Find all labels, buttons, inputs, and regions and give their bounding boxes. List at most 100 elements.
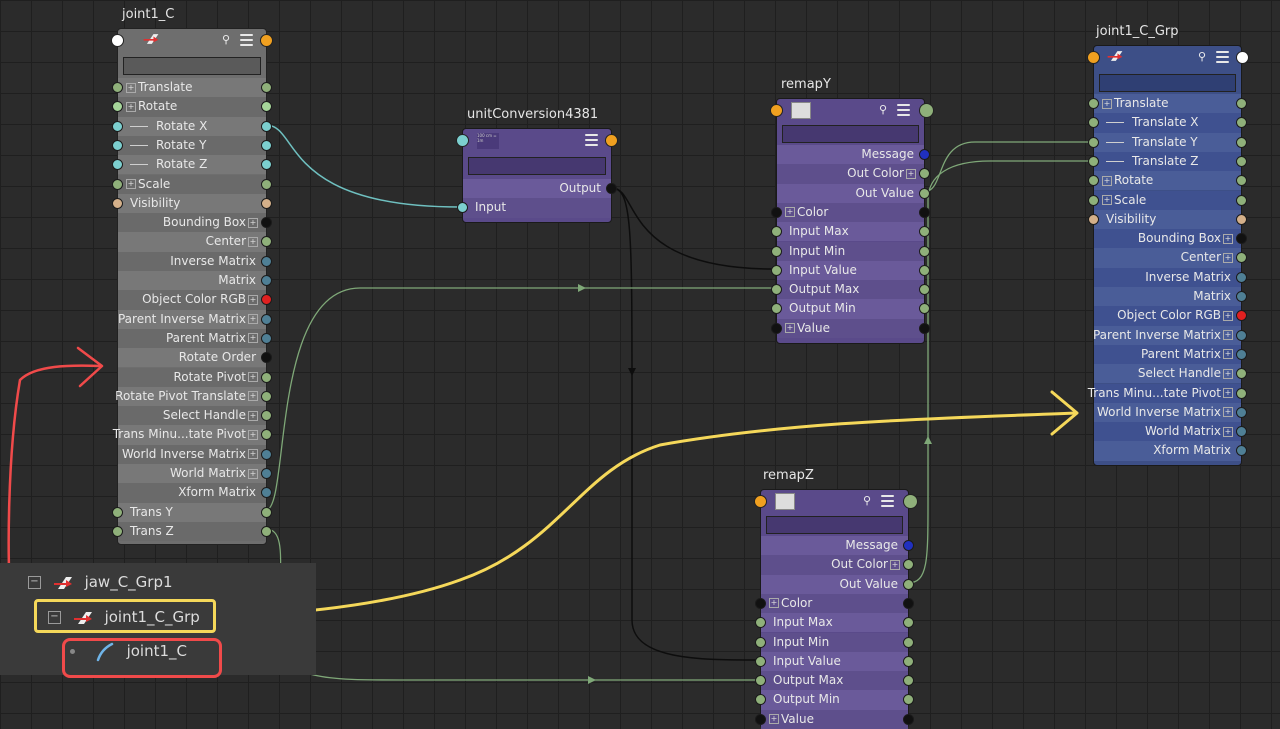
message-plug-out[interactable] [903, 494, 918, 509]
message-plug-in[interactable] [770, 104, 783, 117]
output-plug[interactable] [1236, 329, 1247, 341]
attribute-row[interactable]: Center + [118, 232, 272, 252]
input-plug[interactable] [1088, 213, 1099, 225]
expand-icon[interactable]: + [248, 410, 258, 421]
attribute-row[interactable]: + Translate [112, 78, 272, 98]
expand-icon[interactable]: + [248, 236, 258, 247]
node-joint1-c-grp[interactable]: joint1_C_Grp ⚲ + Translate Translate X Tran… [1087, 24, 1249, 466]
attribute-row[interactable]: World Inverse Matrix + [1094, 402, 1247, 423]
menu-icon[interactable] [240, 34, 253, 46]
attribute-row[interactable]: Output Min [755, 690, 914, 710]
output-plug[interactable] [261, 332, 272, 344]
node-name-field[interactable] [123, 57, 261, 75]
wire-transy-to-remapy-outputmax[interactable] [265, 287, 774, 511]
attribute-row[interactable]: Xform Matrix [118, 483, 272, 503]
attribute-row[interactable]: Out Color + [777, 164, 930, 184]
attribute-row[interactable]: Bounding Box + [1094, 229, 1247, 249]
expand-icon[interactable]: + [769, 714, 779, 725]
output-plug[interactable] [261, 197, 272, 209]
output-plug[interactable] [919, 149, 930, 160]
output-plug[interactable] [1236, 136, 1247, 148]
message-plug-out[interactable] [605, 134, 618, 147]
attribute-row[interactable]: Visibility [112, 193, 272, 214]
expand-icon[interactable]: + [248, 217, 258, 228]
expand-icon[interactable]: + [248, 314, 258, 325]
expand-icon[interactable]: + [1223, 368, 1233, 379]
message-plug-out[interactable] [260, 34, 273, 47]
attribute-row[interactable]: Rotate Order [118, 348, 272, 368]
attribute-row[interactable]: Parent Matrix + [118, 328, 272, 349]
attribute-row[interactable]: Input Value [755, 651, 914, 672]
attribute-row[interactable]: Rotate X [112, 116, 272, 136]
input-plug[interactable] [755, 675, 766, 687]
attribute-row[interactable]: Object Color RGB + [118, 290, 272, 310]
attribute-row[interactable]: Translate Z [1088, 151, 1247, 172]
input-plug[interactable] [771, 245, 782, 257]
output-plug[interactable] [903, 597, 914, 609]
node-name-field[interactable] [1099, 74, 1236, 92]
output-plug[interactable] [261, 468, 272, 479]
input-plug[interactable] [1088, 136, 1099, 148]
attribute-row[interactable]: Message [761, 536, 914, 556]
output-plug[interactable] [1236, 213, 1247, 225]
expand-icon[interactable]: + [906, 168, 916, 179]
input-plug[interactable] [112, 139, 123, 151]
output-plug[interactable] [1236, 98, 1247, 109]
input-plug[interactable] [771, 284, 782, 296]
expand-icon[interactable]: + [785, 207, 795, 218]
message-plug-in[interactable] [111, 34, 124, 47]
message-plug-out[interactable] [1236, 51, 1249, 64]
expand-icon[interactable]: + [1223, 330, 1233, 341]
attribute-row[interactable]: Output Max [755, 671, 914, 691]
expand-icon[interactable]: + [248, 294, 258, 305]
output-plug[interactable] [1236, 348, 1247, 360]
attribute-row[interactable]: Input [457, 198, 611, 218]
output-plug[interactable] [903, 578, 914, 590]
input-plug[interactable] [755, 713, 766, 725]
expand-icon[interactable]: + [1223, 252, 1233, 263]
attribute-row[interactable]: Translate Y [1088, 132, 1247, 152]
attribute-row[interactable]: Message [777, 145, 930, 165]
attribute-row[interactable]: World Matrix + [118, 464, 272, 484]
node-name-field[interactable] [766, 516, 903, 534]
menu-icon[interactable] [897, 104, 910, 116]
input-plug[interactable] [771, 322, 782, 334]
output-plug[interactable] [261, 525, 272, 537]
attribute-row[interactable]: Center + [1094, 248, 1247, 268]
expand-icon[interactable]: + [1223, 426, 1233, 437]
output-plug[interactable] [261, 506, 272, 518]
expand-icon[interactable]: + [248, 468, 258, 479]
attribute-row[interactable]: World Inverse Matrix + [118, 444, 272, 464]
node-name-field[interactable] [782, 125, 919, 143]
attribute-row[interactable]: + Scale [112, 174, 272, 194]
input-plug[interactable] [755, 617, 766, 629]
attribute-row[interactable]: Output Max [771, 280, 930, 300]
output-plug[interactable] [1236, 291, 1247, 302]
output-plug[interactable] [919, 206, 930, 218]
attribute-row[interactable]: Input Min [755, 632, 914, 652]
expand-icon[interactable]: + [248, 449, 258, 460]
message-plug-out[interactable] [919, 103, 934, 118]
attribute-row[interactable]: Out Value [777, 183, 930, 203]
input-plug[interactable] [112, 159, 123, 171]
output-plug[interactable] [1236, 194, 1247, 206]
attribute-row[interactable]: Rotate Pivot Translate + [115, 386, 272, 407]
input-plug[interactable] [1088, 175, 1099, 187]
output-plug[interactable] [903, 540, 914, 551]
attribute-row[interactable]: + Value [771, 318, 930, 338]
attribute-row[interactable]: Input Max [771, 222, 930, 242]
attribute-row[interactable]: + Translate [1088, 94, 1247, 114]
attribute-row[interactable]: World Matrix + [1094, 422, 1247, 442]
input-plug[interactable] [755, 597, 766, 609]
attribute-row[interactable]: Input Value [771, 260, 930, 281]
output-plug[interactable] [919, 322, 930, 334]
input-plug[interactable] [112, 178, 123, 190]
expand-icon[interactable]: + [1102, 175, 1112, 186]
menu-icon[interactable] [881, 495, 894, 507]
output-plug[interactable] [261, 448, 272, 460]
attribute-row[interactable]: Output [463, 179, 617, 199]
output-plug[interactable] [261, 390, 272, 402]
output-plug[interactable] [261, 178, 272, 190]
input-plug[interactable] [771, 226, 782, 238]
output-plug[interactable] [606, 183, 617, 194]
